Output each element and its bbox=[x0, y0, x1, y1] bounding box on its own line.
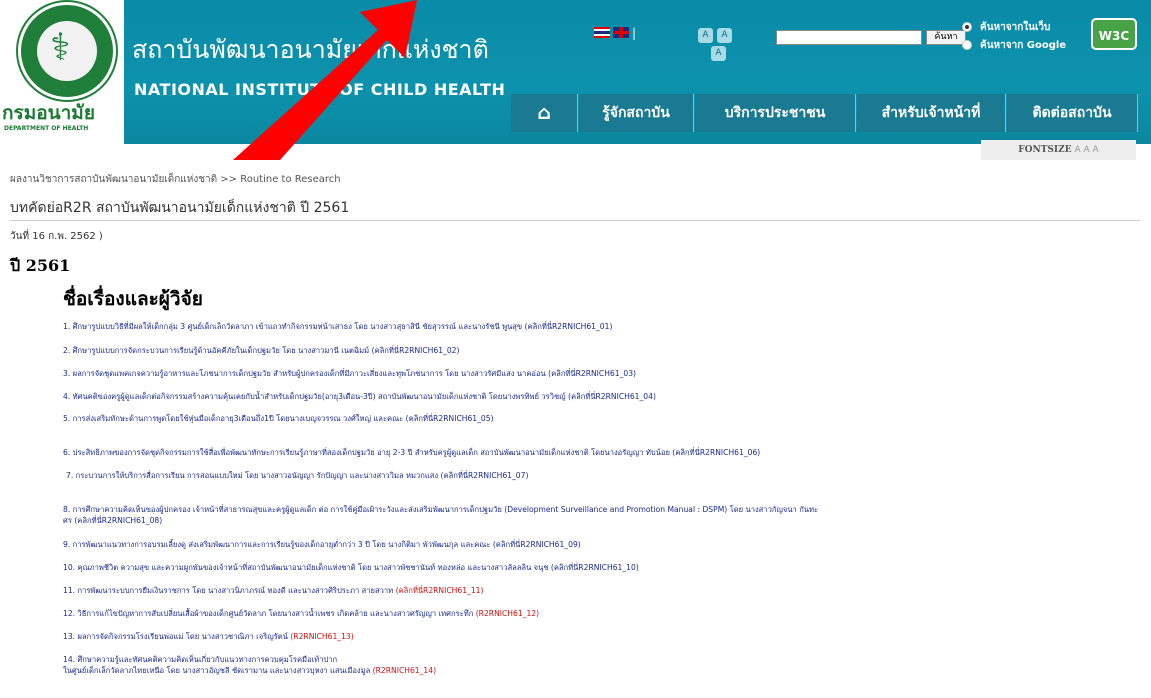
search-web-option[interactable]: ค้นหาจากในเว็บ bbox=[962, 20, 1050, 35]
title-divider bbox=[10, 220, 1140, 221]
department-logo[interactable] bbox=[18, 2, 116, 100]
research-item[interactable]: 1. ศึกษารูปแบบวิธีที่มีผลให้เด็กกลุ่ม 3 … bbox=[63, 321, 612, 333]
nav-staff[interactable]: สำหรับเจ้าหน้าที่ bbox=[857, 94, 1006, 132]
search-button[interactable]: ค้นหา bbox=[926, 30, 966, 45]
research-item[interactable]: 11. การพัฒนาระบบการยืมเงินราชการ โดย นาง… bbox=[63, 585, 483, 597]
research-item[interactable]: 4. ทัศนคติของครูผู้ดูแลเด็กต่อกิจกรรมสร้… bbox=[63, 391, 656, 403]
font-size-small-button[interactable]: A bbox=[698, 28, 713, 43]
research-item[interactable]: 2. ศึกษารูปแบบการจัดกระบวนการเรียนรู้ด้า… bbox=[63, 345, 459, 357]
research-item-continued[interactable]: ศร (คลิกที่นี่R2RNICH61_08) bbox=[63, 515, 162, 527]
research-item[interactable]: 8. การศึกษาความคิดเห็นของผู้ปกครอง เจ้าห… bbox=[63, 504, 818, 516]
research-item-continued[interactable]: ในศูนย์เด็กเล็กวัดลาภไทยเหนือ โดย นางสาว… bbox=[63, 665, 436, 677]
font-size-medium-button[interactable]: A bbox=[717, 28, 732, 43]
w3c-badge[interactable]: W3C bbox=[1091, 18, 1137, 50]
fontsize-label: FONTSIZE bbox=[1018, 145, 1072, 155]
research-item[interactable]: 10. คุณภาพชีวิต ความสุข และความผูกพันของ… bbox=[63, 562, 639, 574]
radio-unselected-icon[interactable] bbox=[962, 40, 972, 50]
breadcrumb[interactable]: ผลงานวิชาการสถาบันพัฒนาอนามัยเด็กแห่งชาต… bbox=[10, 172, 341, 187]
article-date: วันที่ 16 ก.พ. 2562 ) bbox=[10, 231, 103, 242]
search-web-label: ค้นหาจากในเว็บ bbox=[980, 22, 1051, 33]
dept-name-th: กรมอนามัย bbox=[2, 102, 95, 124]
nav-contact[interactable]: ติดต่อสถาบัน bbox=[1007, 94, 1138, 132]
fontsize-small[interactable]: A bbox=[1074, 145, 1080, 155]
research-item[interactable]: 6. ประสิทธิภาพของการจัดชุดกิจกรรมการใช้ส… bbox=[63, 447, 760, 459]
flag-separator: | bbox=[632, 25, 637, 40]
logo-area: กรมอนามัย DEPARTMENT OF HEALTH bbox=[0, 0, 124, 144]
search-google-option[interactable]: ค้นหาจาก Google bbox=[962, 38, 1066, 53]
dept-name-en: DEPARTMENT OF HEALTH bbox=[4, 125, 89, 132]
research-item[interactable]: 5. การส่งเสริมทักษะด้านการพูดโดยใช้หุ่นม… bbox=[63, 413, 494, 425]
fontsize-large[interactable]: A bbox=[1093, 145, 1099, 155]
nav-home[interactable]: ⌂ bbox=[511, 94, 578, 132]
font-size-large-button[interactable]: A bbox=[711, 46, 726, 61]
search-input[interactable] bbox=[776, 30, 922, 45]
uk-flag-icon[interactable] bbox=[613, 27, 629, 38]
thai-flag-icon[interactable] bbox=[594, 27, 610, 38]
search-google-label: ค้นหาจาก Google bbox=[980, 40, 1067, 51]
section-heading: ชื่อเรื่องและผู้วิจัย bbox=[63, 288, 203, 310]
site-header: กรมอนามัย DEPARTMENT OF HEALTH สถาบันพัฒ… bbox=[0, 0, 1151, 144]
research-item[interactable]: 13. ผลการจัดกิจกรรมโรงเรียนพ่อแม่ โดย นา… bbox=[63, 631, 354, 643]
radio-selected-icon[interactable] bbox=[962, 22, 972, 32]
home-icon: ⌂ bbox=[537, 102, 551, 124]
research-item[interactable]: 9. การพัฒนาแนวทางการอบรมเลี้ยงดู ส่งเสริ… bbox=[63, 539, 581, 551]
research-item[interactable]: 7. กระบวนการให้บริการสื่อการเรียน การสอน… bbox=[66, 470, 528, 482]
research-item[interactable]: 12. วิธีการแก้ไขปัญหาการสับเปลี่ยนเสื้อผ… bbox=[63, 608, 539, 620]
year-heading: ปี 2561 bbox=[10, 256, 71, 275]
page-title: บทคัดย่อR2R สถาบันพัฒนาอนามัยเด็กแห่งชาต… bbox=[10, 200, 350, 216]
fontsize-control: FONTSIZE A A A bbox=[981, 140, 1136, 160]
red-annotation-arrow bbox=[233, 0, 417, 160]
language-switcher: | bbox=[594, 22, 636, 41]
fontsize-medium[interactable]: A bbox=[1084, 145, 1090, 155]
nav-public-services[interactable]: บริการประชาชน bbox=[695, 94, 856, 132]
research-item[interactable]: 3. ผลการจัดชุดแพคเกจความรู้อาหารและโภชนา… bbox=[63, 368, 636, 380]
nav-about[interactable]: รู้จักสถาบัน bbox=[579, 94, 694, 132]
